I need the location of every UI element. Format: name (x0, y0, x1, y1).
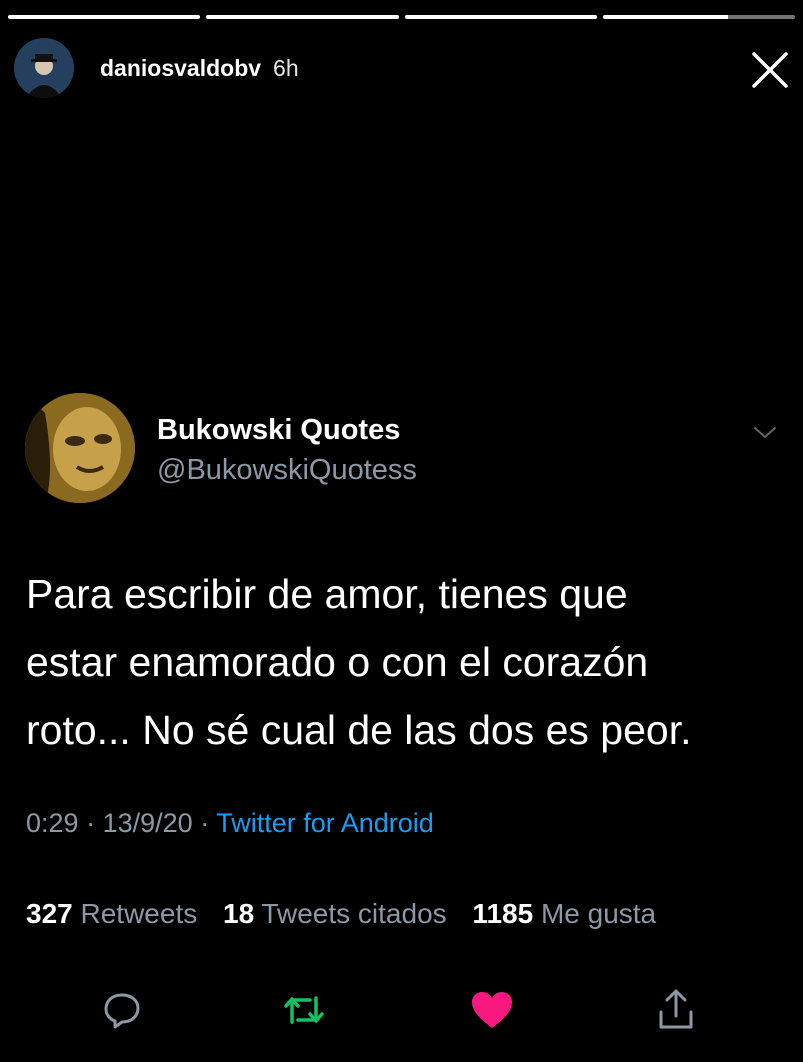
story-avatar[interactable] (14, 38, 74, 98)
likes-count: 1185 (472, 898, 534, 929)
tweet-time: 0:29 (26, 808, 79, 838)
close-icon[interactable] (748, 48, 792, 92)
tweet-text: Para escribir de amor, tienes que estar … (26, 571, 692, 753)
tweet-metadata: 0:29 · 13/9/20 · Twitter for Android (26, 808, 434, 839)
retweet-icon[interactable] (282, 988, 326, 1032)
retweets-count: 327 (26, 898, 73, 929)
meta-separator: · (86, 808, 96, 838)
tweet-handle[interactable]: @BukowskiQuotess (157, 454, 417, 487)
meta-separator: · (200, 808, 210, 838)
story-time: 6h (273, 54, 299, 81)
quotes-label: Tweets citados (261, 898, 447, 929)
story-progress-bar (8, 15, 795, 19)
tweet-date: 13/9/20 (102, 808, 193, 838)
reply-icon[interactable] (100, 988, 144, 1032)
tweet-avatar[interactable] (25, 393, 135, 503)
story-header: daniosvaldobv 6h (14, 38, 299, 98)
share-icon[interactable] (654, 988, 698, 1032)
likes-label: Me gusta (540, 898, 657, 929)
chevron-down-icon[interactable] (752, 425, 778, 441)
retweets-stat[interactable]: 327 Retweets (26, 898, 197, 929)
progress-segment (8, 15, 201, 19)
progress-segment (602, 15, 795, 19)
quotes-count: 18 (223, 898, 255, 929)
progress-segment (206, 15, 399, 19)
tweet-display-name[interactable]: Bukowski Quotes (157, 414, 400, 447)
tweet-stats: 327 Retweets 18 Tweets citados 1185 Me g… (26, 898, 656, 930)
likes-stat[interactable]: 1185 Me gusta (472, 898, 656, 929)
story-username[interactable]: daniosvaldobv (100, 55, 261, 82)
progress-segment (404, 15, 597, 19)
retweets-label: Retweets (80, 898, 198, 929)
tweet-source-link[interactable]: Twitter for Android (216, 808, 434, 838)
quotes-stat[interactable]: 18 Tweets citados (223, 898, 447, 929)
heart-icon[interactable] (470, 988, 514, 1032)
